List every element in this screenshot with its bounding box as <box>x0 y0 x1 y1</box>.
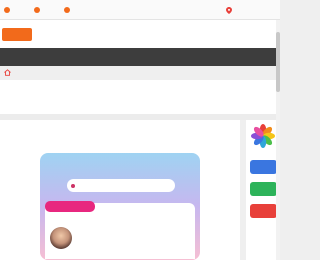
profile-card <box>45 201 195 259</box>
article-meta <box>100 98 200 106</box>
orange-dot-icon <box>34 7 40 13</box>
logo-badge <box>2 28 32 41</box>
right-sidebar <box>246 120 280 260</box>
site-logo[interactable] <box>2 28 34 41</box>
page-title <box>60 84 220 93</box>
site-header <box>0 20 280 48</box>
breadcrumb <box>4 69 14 76</box>
orange-dot-icon <box>4 7 10 13</box>
avatar <box>50 227 72 249</box>
sidebar-green-button[interactable] <box>250 182 277 196</box>
sidebar-red-button[interactable] <box>250 204 277 218</box>
topbar-link-1[interactable] <box>4 6 13 14</box>
home-icon[interactable] <box>4 69 11 76</box>
pink-badge <box>45 201 95 212</box>
scrollbar-thumb[interactable] <box>276 32 280 92</box>
sidebar-blue-button[interactable] <box>250 160 277 174</box>
article-first-line <box>6 124 234 132</box>
breadcrumb-bar <box>0 66 280 80</box>
main-nav <box>0 48 280 66</box>
topbar-location[interactable] <box>226 6 235 14</box>
article-body <box>0 120 240 260</box>
search-icon <box>71 183 75 188</box>
topbar-link-3[interactable] <box>64 6 73 14</box>
orange-dot-icon <box>64 7 70 13</box>
top-bar <box>0 0 280 20</box>
topbar-link-2[interactable] <box>34 6 43 14</box>
title-card <box>0 80 280 114</box>
location-pin-icon <box>226 6 232 14</box>
phone-screenshot <box>40 153 200 260</box>
phone-search-bar <box>67 179 175 192</box>
rainbow-petal-logo-icon <box>251 124 275 148</box>
profile-name <box>75 231 190 239</box>
page-scrollbar[interactable] <box>276 20 280 260</box>
